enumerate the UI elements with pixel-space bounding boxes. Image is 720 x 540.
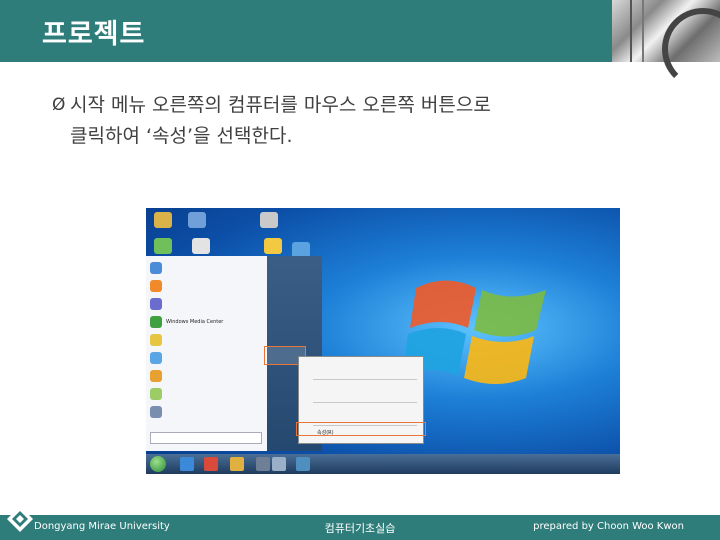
app-icon[interactable]	[272, 457, 286, 471]
ie-icon[interactable]	[180, 457, 194, 471]
header-bar: 프로젝트	[0, 0, 720, 90]
header-decoration-image	[612, 0, 720, 90]
chrome-icon[interactable]	[204, 457, 218, 471]
start-menu-item[interactable]	[150, 350, 260, 366]
start-menu-item[interactable]	[150, 296, 260, 312]
desktop-icon[interactable]	[260, 212, 278, 228]
body-line-2: 클릭하여 ‘속성’을 선택한다.	[70, 125, 293, 147]
slide-body: Ø 시작 메뉴 오른쪽의 컴퓨터를 마우스 오른쪽 버튼으로 클릭하여 ‘속성’…	[52, 90, 680, 152]
start-menu-item[interactable]	[150, 278, 260, 294]
start-menu-item[interactable]	[150, 404, 260, 420]
explorer-icon[interactable]	[230, 457, 244, 471]
desktop-icon[interactable]	[192, 238, 210, 254]
slide-title: 프로젝트	[42, 19, 146, 50]
app-icon[interactable]	[256, 457, 270, 471]
start-menu: Windows Media Center	[146, 256, 268, 451]
app-icon[interactable]	[296, 457, 310, 471]
bullet-arrow-icon: Ø	[52, 95, 66, 115]
desktop-icon[interactable]	[154, 238, 172, 254]
start-menu-item[interactable]	[150, 368, 260, 384]
windows7-screenshot: Windows Media Center 속성(R)	[146, 208, 620, 474]
windows-logo-icon	[406, 280, 546, 384]
start-search-input[interactable]	[150, 432, 262, 444]
desktop-icon[interactable]	[188, 212, 206, 228]
body-line-1: 시작 메뉴 오른쪽의 컴퓨터를 마우스 오른쪽 버튼으로	[70, 94, 491, 116]
start-menu-item[interactable]	[150, 386, 260, 402]
desktop-icon[interactable]	[154, 212, 172, 228]
start-menu-item[interactable]	[150, 260, 260, 276]
taskbar	[146, 454, 620, 474]
start-orb-icon[interactable]	[150, 456, 166, 472]
properties-highlight	[296, 422, 426, 436]
footer-author: prepared by Choon Woo Kwon	[533, 521, 684, 532]
start-menu-item[interactable]: Windows Media Center	[150, 314, 260, 330]
desktop-icon[interactable]	[264, 238, 282, 254]
start-menu-item[interactable]	[150, 332, 260, 348]
